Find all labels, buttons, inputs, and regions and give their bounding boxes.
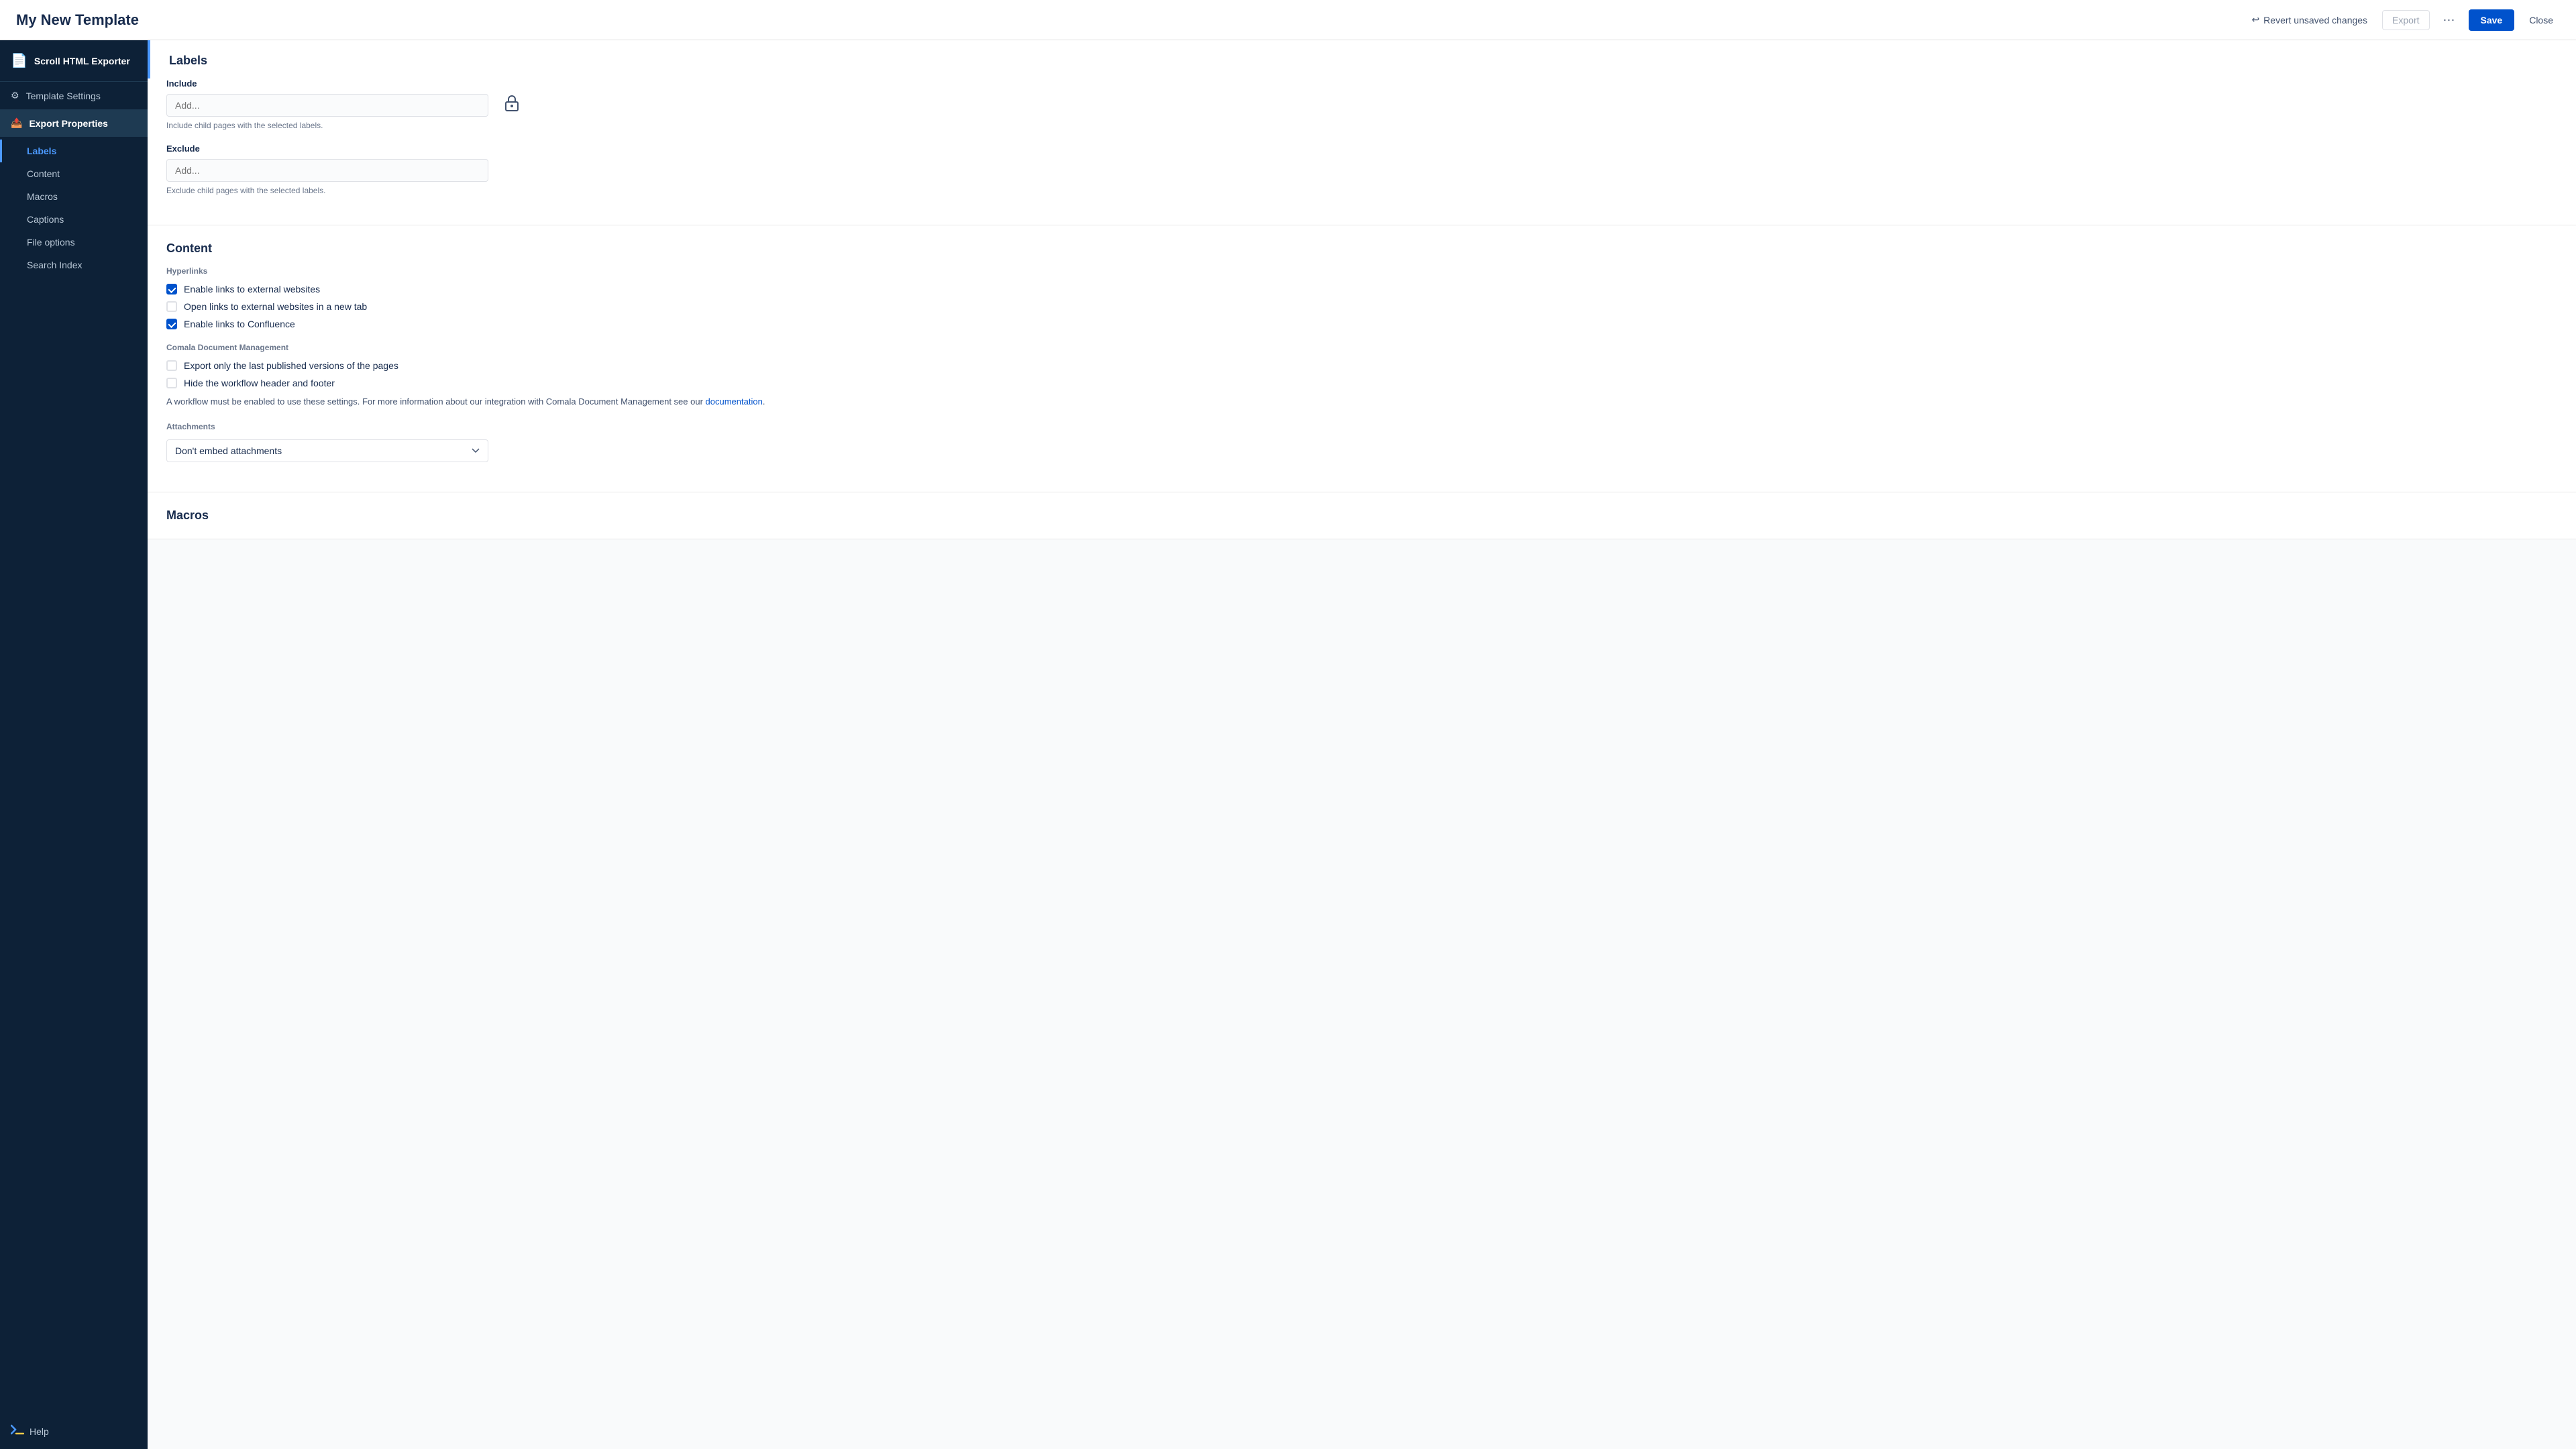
sidebar-item-template-settings-label: Template Settings [26,91,101,101]
checkbox-ext-links[interactable] [166,284,177,294]
sidebar: 📄 Scroll HTML Exporter ⚙ Template Settin… [0,40,148,1449]
revert-icon: ↩ [2251,14,2259,25]
sidebar-subitem-captions[interactable]: Captions [0,208,148,231]
comala-group: Comala Document Management Export only t… [166,343,2557,409]
exclude-hint: Exclude child pages with the selected la… [166,186,2557,195]
sidebar-item-template-settings[interactable]: ⚙ Template Settings [0,82,148,109]
sidebar-subitems: Labels Content Macros Captions File opti… [0,137,148,279]
app-header: My New Template ↩ Revert unsaved changes… [0,0,2576,40]
sidebar-subitem-labels[interactable]: Labels [0,140,148,162]
sidebar-item-export-properties-label: Export Properties [29,118,107,129]
main-content: Labels Include [148,40,2576,1449]
checkbox-row-new-tab: Open links to external websites in a new… [166,301,2557,312]
checkbox-confluence-links[interactable] [166,319,177,329]
content-title: Content [166,241,212,255]
documentation-link[interactable]: documentation [706,396,763,407]
sidebar-logo: 📄 Scroll HTML Exporter [0,40,148,82]
include-area [166,94,2557,117]
checkbox-row-ext-links: Enable links to external websites [166,284,2557,294]
workflow-hint: A workflow must be enabled to use these … [166,395,2557,409]
include-group: Include Include child pages with the sel… [166,78,2557,130]
exclude-label: Exclude [166,144,2557,154]
label-ext-links[interactable]: Enable links to external websites [184,284,320,294]
content-section: Content Hyperlinks Enable links to exter… [148,225,2576,492]
macros-section: Macros [148,492,2576,539]
sidebar-subitem-content[interactable]: Content [0,162,148,185]
label-confluence-links[interactable]: Enable links to Confluence [184,319,295,329]
checkbox-hide-workflow[interactable] [166,378,177,388]
attachments-group: Attachments Don't embed attachments Embe… [166,422,2557,462]
app-logo-icon: 📄 [11,52,28,69]
attachments-label: Attachments [166,422,2557,431]
help-label: Help [30,1426,49,1437]
workflow-text-after: . [763,396,765,407]
app-body: 📄 Scroll HTML Exporter ⚙ Template Settin… [0,40,2576,1449]
sidebar-subitem-macros-label: Macros [27,191,58,202]
sidebar-subitem-file-options-label: File options [27,237,75,248]
hyperlinks-label: Hyperlinks [166,266,2557,276]
include-label: Include [166,78,2557,89]
sidebar-item-export-properties[interactable]: 📤 Export Properties [0,109,148,137]
export-properties-icon: 📤 [11,117,22,129]
sidebar-logo-label: Scroll HTML Exporter [34,56,130,66]
label-new-tab[interactable]: Open links to external websites in a new… [184,301,367,312]
more-button[interactable]: ··· [2438,10,2461,30]
include-input[interactable] [166,94,488,117]
export-button[interactable]: Export [2382,10,2429,30]
workflow-text-before: A workflow must be enabled to use these … [166,396,706,407]
sidebar-subitem-search-index-label: Search Index [27,260,83,270]
exclude-group: Exclude Exclude child pages with the sel… [166,144,2557,195]
attachments-dropdown[interactable]: Don't embed attachments Embed all attach… [166,439,488,462]
save-button[interactable]: Save [2469,9,2515,31]
checkbox-row-last-published: Export only the last published versions … [166,360,2557,371]
lock-icon [504,94,519,111]
sidebar-subitem-captions-label: Captions [27,214,64,225]
sidebar-subitem-labels-label: Labels [27,146,56,156]
labels-section-body: Include Include child pages with the sel… [148,78,2576,225]
sidebar-subitem-file-options[interactable]: File options [0,231,148,254]
sidebar-subitem-content-label: Content [27,168,60,179]
label-last-published[interactable]: Export only the last published versions … [184,360,398,371]
sidebar-subitem-macros[interactable]: Macros [0,185,148,208]
hyperlinks-group: Hyperlinks Enable links to external webs… [166,266,2557,329]
header-actions: ↩ Revert unsaved changes Export ··· Save… [2245,9,2560,31]
checkbox-last-published[interactable] [166,360,177,371]
macros-title: Macros [166,508,209,522]
include-hint: Include child pages with the selected la… [166,121,2557,130]
macros-section-header: Macros [148,492,2576,539]
content-section-header: Content [148,225,2576,266]
sidebar-subitem-search-index[interactable]: Search Index [0,254,148,276]
checkbox-row-confluence-links: Enable links to Confluence [166,319,2557,329]
labels-section: Labels Include [148,40,2576,225]
revert-button[interactable]: ↩ Revert unsaved changes [2245,10,2374,30]
page-title: My New Template [16,11,139,29]
comala-label: Comala Document Management [166,343,2557,352]
checkbox-row-hide-workflow: Hide the workflow header and footer [166,378,2557,388]
label-hide-workflow[interactable]: Hide the workflow header and footer [184,378,335,388]
close-button[interactable]: Close [2522,11,2560,30]
sidebar-footer[interactable]: Help [0,1413,148,1449]
help-icon [11,1424,24,1438]
exclude-input[interactable] [166,159,488,182]
labels-section-header: Labels [148,40,2576,78]
checkbox-new-tab[interactable] [166,301,177,312]
labels-title: Labels [169,54,207,67]
revert-label: Revert unsaved changes [2263,15,2367,25]
template-settings-icon: ⚙ [11,90,19,101]
content-section-body: Hyperlinks Enable links to external webs… [148,266,2576,492]
